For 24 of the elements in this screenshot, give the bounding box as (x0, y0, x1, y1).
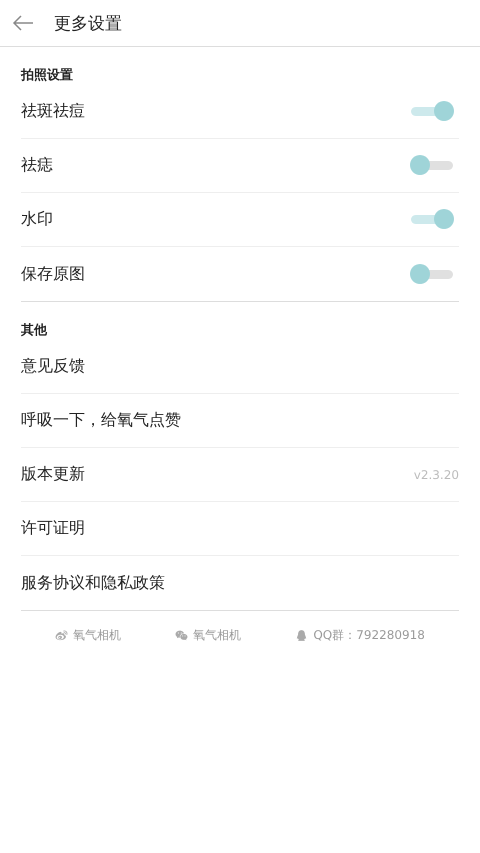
weibo-icon (55, 629, 68, 642)
toggle-switch[interactable] (409, 100, 455, 123)
footer-text: QQ群：792280918 (313, 627, 425, 644)
setting-label: 保存原图 (21, 264, 85, 284)
setting-label[interactable]: 服务协议和隐私政策 (21, 572, 165, 594)
setting-label[interactable]: 版本更新 (21, 464, 85, 485)
toggle-switch[interactable] (409, 154, 455, 177)
toggle-switch[interactable] (409, 208, 455, 231)
setting-label: 祛痣 (21, 155, 53, 176)
version-text: v2.3.20 (414, 468, 459, 482)
footer-text: 氧气相机 (193, 627, 242, 644)
setting-label[interactable]: 呼吸一下，给氧气点赞 (21, 410, 181, 431)
section-title: 其他 (21, 322, 47, 340)
setting-label: 水印 (21, 209, 53, 230)
setting-label[interactable]: 意见反馈 (21, 356, 85, 377)
page-title: 更多设置 (54, 12, 122, 34)
setting-label: 祛斑祛痘 (21, 101, 85, 122)
chat-bubbles-icon (175, 629, 188, 642)
penguin-icon (295, 629, 308, 642)
footer-text: 氧气相机 (73, 627, 122, 644)
toggle-switch[interactable] (409, 262, 455, 286)
section-title: 拍照设置 (21, 67, 73, 85)
setting-label[interactable]: 许可证明 (21, 518, 85, 539)
back-icon[interactable] (12, 15, 34, 31)
